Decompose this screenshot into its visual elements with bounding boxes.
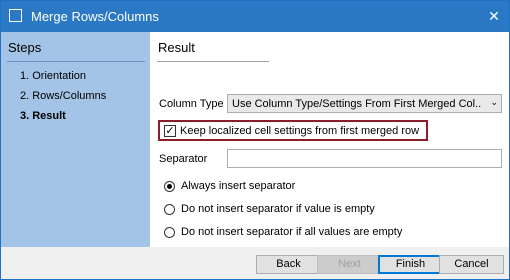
title-divider (157, 61, 269, 62)
keep-settings-highlight: ✓ Keep localized cell settings from firs… (158, 120, 428, 141)
column-type-value: Use Column Type/Settings From First Merg… (232, 98, 482, 110)
radio-skip-empty-value-label[interactable]: Do not insert separator if value is empt… (181, 203, 375, 215)
steps-divider (7, 61, 145, 62)
step-result: 3. Result (20, 110, 66, 122)
chevron-down-icon: ⌄ (490, 97, 498, 107)
window-icon (9, 9, 22, 22)
finish-button[interactable]: Finish (378, 255, 443, 274)
radio-always-insert[interactable] (164, 181, 175, 192)
separator-input[interactable] (227, 149, 502, 168)
radio-skip-all-empty[interactable] (164, 227, 175, 238)
keep-settings-checkbox[interactable]: ✓ (164, 125, 176, 137)
back-button[interactable]: Back (256, 255, 321, 274)
radio-skip-empty-value[interactable] (164, 204, 175, 215)
page-title: Result (158, 40, 195, 55)
next-button[interactable]: Next (317, 255, 382, 274)
keep-settings-label[interactable]: Keep localized cell settings from first … (180, 125, 419, 137)
radio-always-insert-label[interactable]: Always insert separator (181, 180, 295, 192)
close-icon[interactable]: ✕ (479, 1, 509, 32)
window-title: Merge Rows/Columns (31, 9, 159, 24)
step-rows-columns: 2. Rows/Columns (20, 90, 107, 102)
step-orientation: 1. Orientation (20, 70, 87, 82)
steps-sidebar: Steps 1. Orientation 2. Rows/Columns 3. … (1, 32, 150, 247)
column-type-label: Column Type (159, 98, 224, 110)
separator-label: Separator (159, 153, 208, 165)
button-bar: Back Next Finish Cancel (1, 247, 509, 279)
radio-skip-all-empty-label[interactable]: Do not insert separator if all values ar… (181, 226, 402, 238)
title-bar: Merge Rows/Columns ✕ (1, 1, 509, 32)
column-type-select[interactable]: Use Column Type/Settings From First Merg… (227, 94, 502, 113)
steps-title: Steps (8, 40, 42, 55)
cancel-button[interactable]: Cancel (439, 255, 504, 274)
merge-dialog: Merge Rows/Columns ✕ Steps 1. Orientatio… (0, 0, 510, 280)
